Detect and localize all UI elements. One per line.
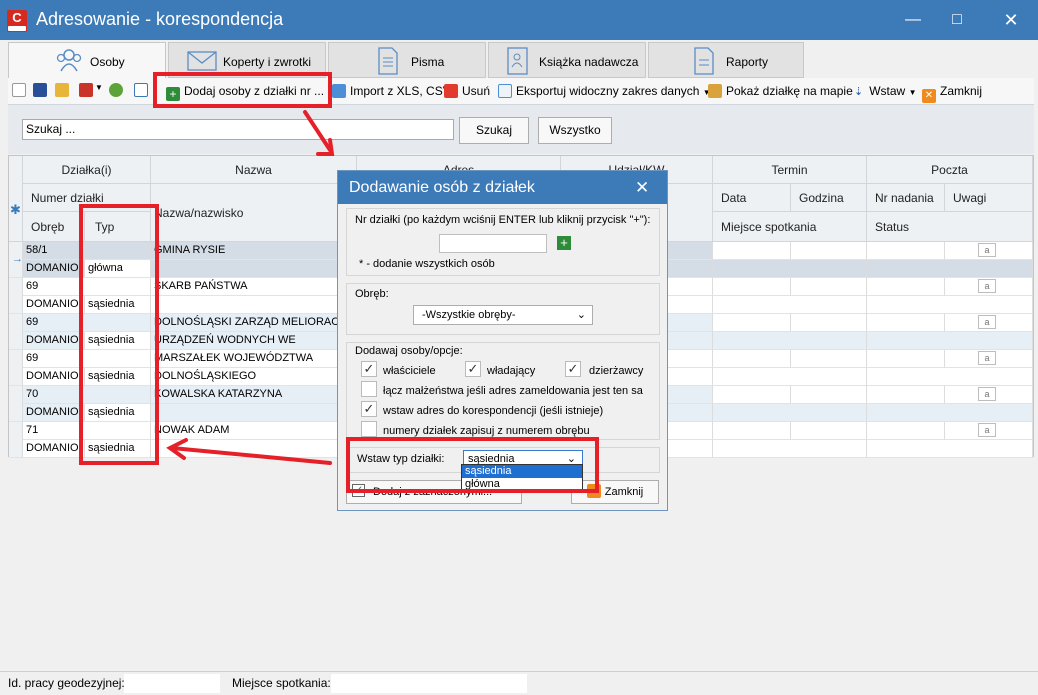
options-label: Dodawaj osoby/opcje:	[355, 345, 463, 357]
dialog-close-icon[interactable]: ✕	[635, 178, 649, 198]
status-bar: Id. pracy geodezyjnej: Miejsce spotkania…	[0, 671, 1038, 695]
wstaw-adres-label: wstaw adres do korespondencji (jeśli ist…	[383, 405, 604, 417]
dzierzawcy-checkbox[interactable]: ✓	[565, 361, 581, 377]
dialog-title-bar: Dodawanie osób z działek ✕	[338, 171, 667, 204]
id-field[interactable]	[124, 674, 220, 693]
obreb-label: Obręb:	[355, 288, 389, 300]
wlasciciele-checkbox[interactable]: ✓	[361, 361, 377, 377]
wlasciciele-label: właściciele	[383, 365, 436, 377]
obreb-select[interactable]: -Wszystkie obręby- ⌄	[413, 305, 593, 325]
options-group: Dodawaj osoby/opcje: ✓ właściciele ✓ wła…	[346, 342, 660, 440]
dzierzawcy-label: dzierżawcy	[589, 365, 644, 377]
malzenstwa-label: łącz małżeństwa jeśli adres zameldowania…	[383, 385, 643, 397]
dialog-title: Dodawanie osób z działek	[349, 179, 535, 196]
id-label: Id. pracy geodezyjnej:	[8, 676, 125, 690]
wladajacy-checkbox[interactable]: ✓	[465, 361, 481, 377]
chevron-down-icon: ⌄	[576, 309, 586, 321]
parcel-number-input[interactable]	[439, 234, 547, 253]
obreb-group: Obręb: -Wszystkie obręby- ⌄	[346, 283, 660, 335]
parcel-number-label: Nr działki (po każdym wciśnij ENTER lub …	[355, 214, 651, 226]
malzenstwa-checkbox[interactable]	[361, 381, 377, 397]
meeting-place-field[interactable]	[331, 674, 527, 693]
numery-checkbox[interactable]	[361, 421, 377, 437]
meeting-place-label: Miejsce spotkania:	[232, 676, 331, 690]
parcel-number-group: Nr działki (po każdym wciśnij ENTER lub …	[346, 208, 660, 276]
hint-text: * - dodanie wszystkich osób	[359, 258, 495, 270]
wladajacy-label: władający	[487, 365, 536, 377]
add-parcel-plus-icon[interactable]: +	[557, 236, 571, 250]
wstaw-adres-checkbox[interactable]: ✓	[361, 401, 377, 417]
numery-label: numery działek zapisuj z numerem obrębu	[383, 425, 590, 437]
highlight-typ-select	[346, 437, 599, 493]
